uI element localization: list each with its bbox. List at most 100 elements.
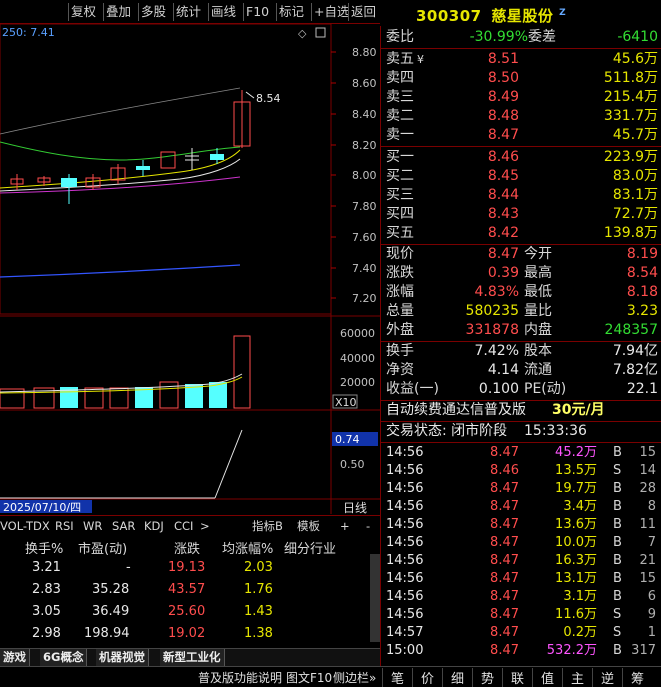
trade-row[interactable]: 14:56 8.47 11.6万 S 9 <box>381 606 661 624</box>
category-tab-games[interactable]: 游戏 <box>0 649 30 666</box>
tab-vol-tdx[interactable]: VOL-TDX <box>0 518 50 534</box>
statistics-button[interactable]: 统计 <box>173 3 203 21</box>
overlay-button[interactable]: 叠加 <box>103 3 133 21</box>
quote-panel: 委比 -30.99% 委差 -6410 卖五 ¥ 8.51 45.6万 卖四 8… <box>380 26 661 666</box>
col-pe[interactable]: 市盈(动) <box>78 538 127 557</box>
trade-vol: 45.2万 <box>555 445 597 460</box>
bid-label: 买三 <box>386 187 414 203</box>
trade-count: 317 <box>631 643 656 658</box>
tab-jia[interactable]: 价 <box>412 668 442 687</box>
tab-xi[interactable]: 细 <box>442 668 472 687</box>
trade-row[interactable]: 14:56 8.47 3.4万 B 8 <box>381 498 661 516</box>
indicator-b-button[interactable]: 指标B <box>252 518 283 534</box>
f10-button[interactable]: F10 <box>243 3 271 21</box>
trade-row[interactable]: 14:56 8.47 16.3万 B 21 <box>381 552 661 570</box>
table-scrollbar[interactable] <box>370 554 380 642</box>
tab-wr[interactable]: WR <box>83 518 102 534</box>
bid-row-1[interactable]: 买一 8.46 223.9万 <box>381 148 661 167</box>
back-button[interactable]: 返回 <box>348 3 378 21</box>
category-tab-6g[interactable]: 6G概念 <box>40 649 88 666</box>
mark-button[interactable]: 标记 <box>276 3 306 21</box>
promo-banner[interactable]: 自动续费通达信普及版 30元/月 <box>381 401 661 420</box>
zoom-out-button[interactable]: - <box>366 518 370 534</box>
fuquan-button[interactable]: 复权 <box>68 3 98 21</box>
bid-row-5[interactable]: 买五 8.42 139.8万 <box>381 224 661 243</box>
trade-time: 14:56 <box>386 571 424 586</box>
quote-row-pct: 涨幅 4.83% 最低 8.18 <box>381 283 661 302</box>
tab-sar[interactable]: SAR <box>112 518 135 534</box>
trade-side: S <box>613 607 622 622</box>
tab-zhu[interactable]: 主 <box>562 668 592 687</box>
ask-row-5[interactable]: 卖五 ¥ 8.51 45.6万 <box>381 50 661 69</box>
quote-row-volume: 总量 580235 量比 3.23 <box>381 302 661 321</box>
sidebar-toggle[interactable]: 侧边栏» <box>333 669 376 686</box>
trade-row[interactable]: 14:56 8.47 13.1万 B 15 <box>381 570 661 588</box>
tab-more-arrow[interactable]: > <box>200 518 210 534</box>
trade-price: 8.47 <box>490 589 519 604</box>
open-value: 8.19 <box>626 246 658 262</box>
ask-row-3[interactable]: 卖三 8.49 215.4万 <box>381 88 661 107</box>
trade-count: 9 <box>647 607 656 622</box>
trade-row[interactable]: 15:00 8.47 532.2万 B 317 <box>381 642 661 660</box>
trade-vol: 11.6万 <box>555 607 597 622</box>
price-tick-760: 7.60 <box>352 231 377 244</box>
bid-row-3[interactable]: 买三 8.44 83.1万 <box>381 186 661 205</box>
ask-label: 卖五 <box>386 51 414 67</box>
template-button[interactable]: 模板 <box>297 518 320 534</box>
ma250-label: 250: 7.41 <box>2 26 55 39</box>
col-avg-change[interactable]: 均涨幅% <box>222 538 273 557</box>
tab-ni[interactable]: 逆 <box>592 668 622 687</box>
trade-time: 14:56 <box>386 481 424 496</box>
bid-price: 8.45 <box>487 168 519 184</box>
bid-row-4[interactable]: 买四 8.43 72.7万 <box>381 205 661 224</box>
trade-side: S <box>613 463 622 478</box>
expand-icon[interactable] <box>315 27 326 38</box>
trade-row[interactable]: 14:57 8.47 0.2万 S 1 <box>381 624 661 642</box>
bid-row-2[interactable]: 买二 8.45 83.0万 <box>381 167 661 186</box>
trade-row[interactable]: 14:56 8.46 13.5万 S 14 <box>381 462 661 480</box>
tab-shi[interactable]: 势 <box>472 668 502 687</box>
ask-row-2[interactable]: 卖二 8.48 331.7万 <box>381 107 661 126</box>
diamond-icon[interactable]: ◇ <box>298 27 307 40</box>
ask-vol: 511.8万 <box>603 70 658 86</box>
trade-price: 8.47 <box>490 607 519 622</box>
tab-rsi[interactable]: RSI <box>55 518 74 534</box>
trade-row[interactable]: 14:56 8.47 13.6万 B 11 <box>381 516 661 534</box>
zoom-in-button[interactable]: + <box>340 518 350 534</box>
price-axis: 8.80 8.60 8.40 8.20 8.00 7.80 7.60 7.40 … <box>331 46 377 305</box>
ask-row-4[interactable]: 卖四 8.50 511.8万 <box>381 69 661 88</box>
kline-chart[interactable]: 8.80 8.60 8.40 8.20 8.00 7.80 7.60 7.40 … <box>0 24 380 514</box>
multi-stock-button[interactable]: 多股 <box>138 3 168 21</box>
trade-row[interactable]: 14:56 8.47 19.7万 B 28 <box>381 480 661 498</box>
share-capital-value: 7.94亿 <box>612 343 658 359</box>
f10-link[interactable]: 图文F10 <box>286 669 332 686</box>
trade-row[interactable]: 14:56 8.47 3.1万 B 6 <box>381 588 661 606</box>
draw-line-button[interactable]: 画线 <box>208 3 238 21</box>
promo-price: 30元/月 <box>552 402 605 418</box>
add-watchlist-button[interactable]: +自选 <box>311 3 351 21</box>
tab-kdj[interactable]: KDJ <box>144 518 164 534</box>
ma-blue-line <box>0 264 241 278</box>
eps-value: 0.100 <box>478 381 519 397</box>
col-industry[interactable]: 细分行业 <box>284 538 336 557</box>
trade-row[interactable]: 14:56 8.47 10.0万 B 7 <box>381 534 661 552</box>
tab-chou[interactable]: 筹 <box>622 668 652 687</box>
trade-row[interactable]: 14:56 8.47 45.2万 B 15 <box>381 444 661 462</box>
trade-count: 7 <box>647 535 656 550</box>
ask-vol: 331.7万 <box>603 108 658 124</box>
day-line-label[interactable]: 日线 <box>343 501 367 514</box>
trade-price: 8.47 <box>490 517 519 532</box>
trade-price: 8.47 <box>490 481 519 496</box>
category-tab-machine-vision[interactable]: 机器视觉 <box>96 649 149 666</box>
tab-cci[interactable]: CCI <box>174 518 193 534</box>
trade-side: S <box>613 625 622 640</box>
tab-zhi[interactable]: 值 <box>532 668 562 687</box>
tab-bi[interactable]: 笔 <box>382 668 412 687</box>
basic-features-link[interactable]: 普及版功能说明 <box>198 669 282 686</box>
bid-label: 买五 <box>386 225 414 241</box>
col-zhangdie[interactable]: 涨跌 <box>174 538 200 557</box>
col-huanshou[interactable]: 换手% <box>25 538 63 557</box>
ask-row-1[interactable]: 卖一 8.47 45.7万 <box>381 126 661 145</box>
category-tab-new-industrial[interactable]: 新型工业化 <box>160 649 225 666</box>
tab-lian[interactable]: 联 <box>502 668 532 687</box>
